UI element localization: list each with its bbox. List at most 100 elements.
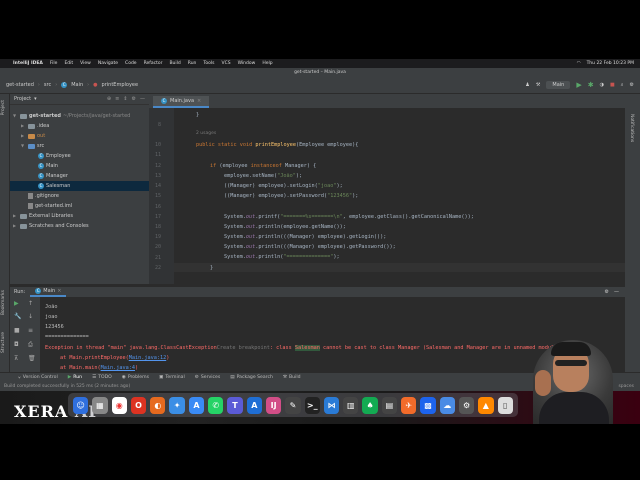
scroll-up-icon[interactable]: ↑ [28, 300, 33, 307]
run-configuration-select[interactable]: Main [546, 81, 571, 89]
settings-icon[interactable]: ⚙ [630, 82, 634, 88]
camera-icon[interactable]: ◘ [14, 341, 19, 348]
intellij-icon[interactable]: IJ [265, 396, 282, 414]
wrench-icon[interactable]: 🔧 [14, 313, 21, 320]
user-icon[interactable]: ♟ [525, 82, 529, 88]
terminal-app-icon[interactable]: >_ [304, 396, 320, 414]
menu-run[interactable]: Run [188, 61, 197, 66]
tree-item-src[interactable]: ▼ src [21, 141, 44, 151]
notes-icon[interactable]: ✎ [285, 396, 301, 414]
menu-build[interactable]: Build [169, 61, 180, 66]
tree-item-external-libraries[interactable]: ▶ External Libraries [13, 211, 73, 221]
menu-view[interactable]: View [80, 61, 91, 66]
gear-icon[interactable]: ⚙ [605, 289, 609, 295]
gear-icon[interactable]: ⚙ [132, 96, 136, 102]
coverage-icon[interactable]: ◑ [600, 82, 604, 88]
tree-item-get-started[interactable]: ▼ get-started ~/Projects/java/get-starte… [13, 111, 130, 121]
chart-app-icon[interactable]: ▥ [343, 396, 359, 414]
wifi-icon[interactable]: ◠ [577, 61, 581, 66]
tree-item-manager[interactable]: C Manager [38, 171, 68, 181]
menu-code[interactable]: Code [125, 61, 137, 66]
chevron-right-icon[interactable]: ▶ [13, 221, 18, 231]
menu-vcs[interactable]: VCS [222, 61, 231, 66]
safari-icon[interactable]: ✦ [169, 396, 185, 414]
expand-icon[interactable]: ⇕ [123, 96, 127, 102]
postman-icon[interactable]: ✈ [401, 396, 417, 414]
search-icon[interactable]: ⌕ [621, 82, 624, 88]
close-icon[interactable]: × [57, 287, 61, 296]
vlc-icon[interactable]: ▲ [478, 396, 494, 414]
source-link[interactable]: Main.java:4 [101, 365, 135, 371]
appstore-icon[interactable]: A [188, 396, 205, 414]
breadcrumb-project[interactable]: get-started [6, 82, 34, 88]
tool-build[interactable]: ⚒ Build [283, 375, 301, 380]
whatsapp-icon[interactable]: ✆ [208, 396, 224, 414]
menubar-clock[interactable]: Thu 22 Feb 10:23 PM [587, 61, 634, 66]
menu-edit[interactable]: Edit [64, 61, 73, 66]
run-icon[interactable]: ▶ [576, 81, 581, 89]
tree-item-iml[interactable]: get-started.iml [28, 201, 72, 211]
chevron-right-icon[interactable]: ▶ [13, 211, 18, 221]
mongodb-icon[interactable]: ♠ [362, 396, 378, 414]
text-editor-icon[interactable]: A [246, 396, 262, 414]
trash-icon[interactable]: 🗑 [28, 355, 36, 362]
tool-package-search[interactable]: ▤ Package Search [230, 375, 273, 380]
opera-icon[interactable]: O [130, 396, 147, 414]
tree-item-employee[interactable]: C Employee [38, 151, 71, 161]
breadcrumb-main[interactable]: Main [71, 82, 83, 88]
debug-icon[interactable]: ✱ [588, 81, 594, 89]
menu-window[interactable]: Window [238, 61, 256, 66]
tool-run[interactable]: ▶ Run [68, 375, 82, 380]
menu-help[interactable]: Help [262, 61, 272, 66]
run-tab-main[interactable]: C Main × [30, 287, 67, 297]
tool-terminal[interactable]: ▣ Terminal [159, 375, 185, 380]
tree-item-out[interactable]: ▶ out [21, 131, 45, 141]
cloud-icon[interactable]: ☁ [439, 396, 455, 414]
docker-icon[interactable]: ▩ [420, 396, 436, 414]
tool-todo[interactable]: ☰ TODO [92, 375, 112, 380]
breadcrumb-src[interactable]: src [44, 82, 51, 88]
teams-icon[interactable]: T [227, 396, 243, 414]
stop-icon[interactable]: ■ [610, 82, 615, 88]
chrome-icon[interactable]: ◉ [111, 396, 127, 414]
launchpad-icon[interactable]: ▦ [92, 396, 108, 414]
project-view-select[interactable]: Project [14, 96, 31, 102]
scroll-down-icon[interactable]: ↓ [28, 313, 33, 320]
app-menu[interactable]: IntelliJ IDEA [13, 61, 43, 66]
chevron-right-icon[interactable]: ▶ [21, 121, 26, 131]
bookmarks-tool-tab[interactable]: Bookmarks [1, 290, 6, 315]
chevron-down-icon[interactable]: ▾ [34, 96, 37, 102]
soft-wrap-icon[interactable]: ≡ [28, 327, 33, 334]
tool-problems[interactable]: ◉ Problems [122, 375, 149, 380]
chevron-right-icon[interactable]: ▶ [21, 131, 26, 141]
hide-icon[interactable]: — [140, 96, 145, 102]
tree-item-salesman[interactable]: C Salesman [10, 181, 149, 191]
structure-tool-tab[interactable]: Structure [1, 332, 6, 353]
code-editor[interactable]: } 2 usages public static void printEmplo… [174, 108, 625, 284]
hide-icon[interactable]: — [614, 289, 619, 295]
source-link[interactable]: Main.java:12 [129, 355, 166, 361]
tree-item-main[interactable]: C Main [38, 161, 58, 171]
collapse-icon[interactable]: ≡ [115, 96, 119, 102]
indent-status[interactable]: spaces [618, 384, 640, 389]
menu-refactor[interactable]: Refactor [144, 61, 163, 66]
pin-icon[interactable]: ⊼ [14, 355, 18, 362]
notifications-tool-tab[interactable]: Notifications [629, 114, 634, 142]
vscode-icon[interactable]: ⋈ [323, 396, 340, 414]
create-breakpoint-link[interactable]: Create breakpoint [217, 345, 270, 351]
finder-icon[interactable]: ☺ [73, 396, 89, 414]
menu-navigate[interactable]: Navigate [98, 61, 118, 66]
tree-item-scratches[interactable]: ▶ Scratches and Consoles [13, 221, 89, 231]
hammer-icon[interactable]: ⚒ [536, 82, 540, 88]
tree-item-gitignore[interactable]: .gitignore [28, 191, 59, 201]
chevron-down-icon[interactable]: ▼ [21, 141, 26, 151]
menu-file[interactable]: File [50, 61, 58, 66]
menu-tools[interactable]: Tools [203, 61, 214, 66]
firefox-icon[interactable]: ◐ [150, 396, 166, 414]
tool-version-control[interactable]: ⑂ Version Control [18, 375, 58, 381]
print-icon[interactable]: ⎙ [28, 341, 33, 349]
stop-icon[interactable]: ■ [14, 327, 20, 334]
project-tool-tab[interactable]: Project [1, 100, 6, 115]
tool-services[interactable]: ⚙ Services [195, 375, 221, 380]
rerun-icon[interactable]: ▶ [14, 300, 19, 307]
